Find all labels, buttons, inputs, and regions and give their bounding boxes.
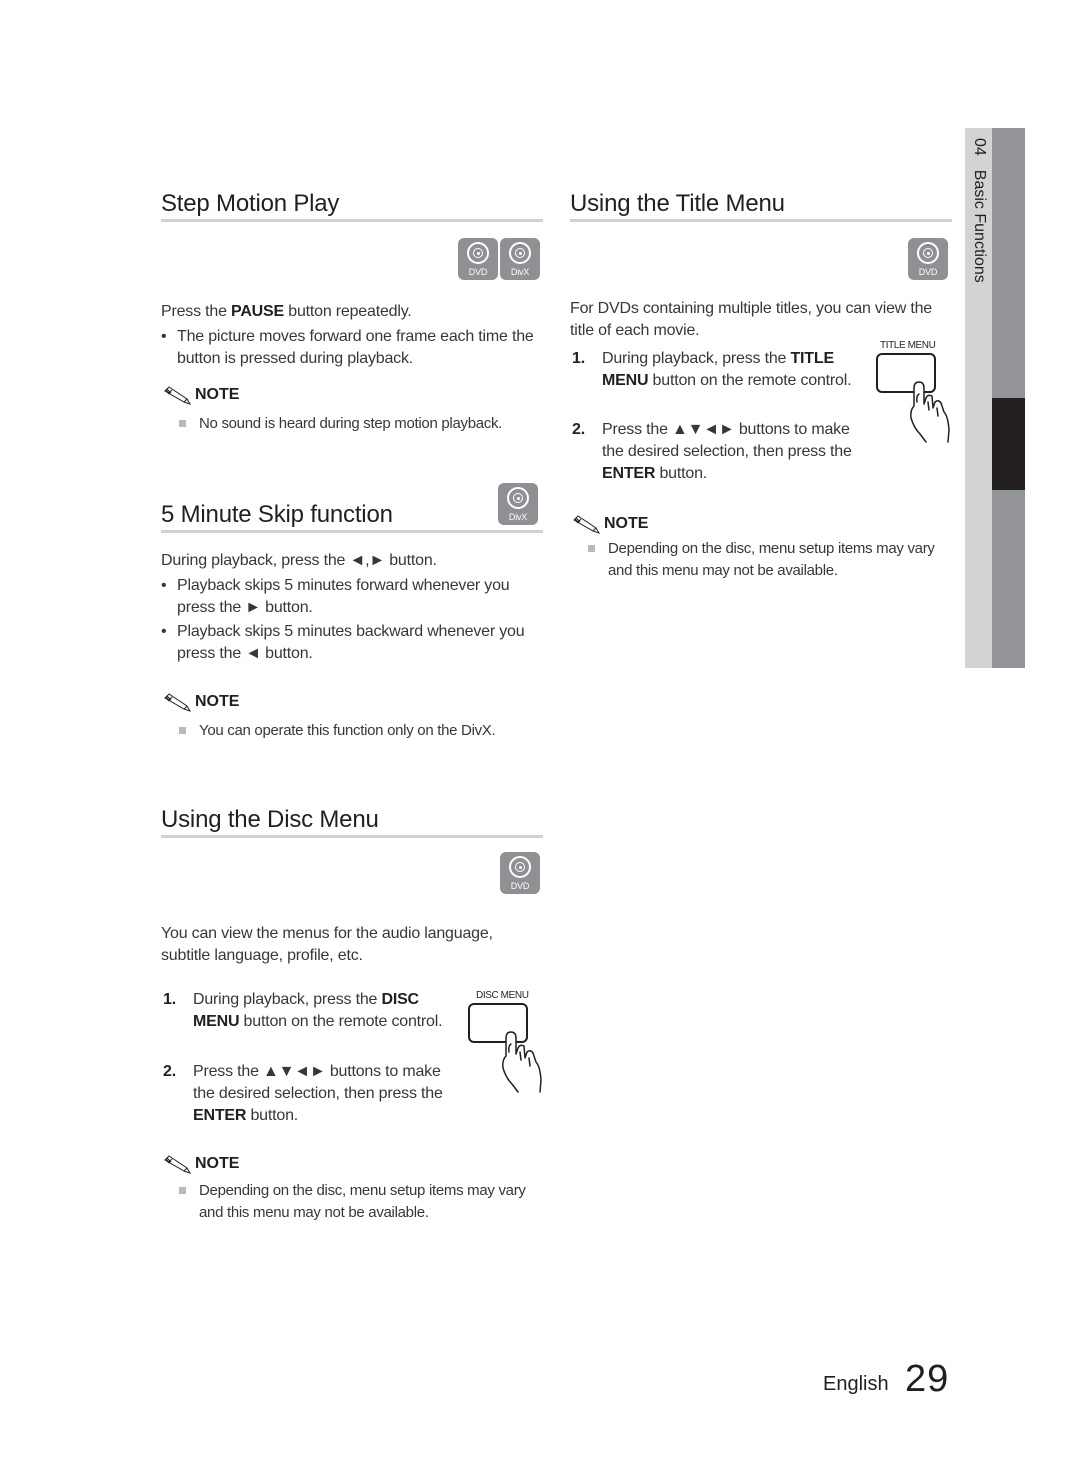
step-number: 1.: [572, 350, 585, 367]
square-bullet-icon: [588, 545, 595, 552]
intro-text: Press the PAUSE button repeatedly.: [161, 301, 541, 323]
chapter-title: Basic Functions: [971, 169, 988, 283]
step-text: Press the ▲▼◄► buttons to make the desir…: [193, 1063, 443, 1102]
intro-text: For DVDs containing multiple titles, you…: [570, 300, 933, 339]
note-label: NOTE: [195, 386, 240, 403]
bullet-text: The picture moves forward one frame each…: [177, 328, 534, 367]
dvd-disc-icon: DVD: [908, 238, 948, 280]
step-number: 2.: [163, 1063, 176, 1080]
dvd-disc-icon: DVD: [500, 852, 540, 894]
note-heading: NOTE: [163, 385, 239, 405]
note-text: Depending on the disc, menu setup items …: [608, 540, 935, 579]
note-heading: NOTE: [163, 1154, 239, 1174]
note-item: You can operate this function only on th…: [161, 720, 551, 742]
section-rule: [161, 835, 543, 838]
note-item: Depending on the disc, menu setup items …: [161, 1180, 536, 1224]
section-title: Step Motion Play: [161, 190, 340, 217]
section-rule: [161, 530, 543, 533]
divx-disc-icon: DivX: [498, 483, 538, 525]
pencil-note-icon: [164, 693, 192, 712]
disc-glyph: [509, 856, 531, 878]
note-label: NOTE: [604, 515, 649, 532]
disc-glyph: [509, 242, 531, 264]
pencil-note-icon: [164, 1155, 192, 1174]
step-item: 2. Press the ▲▼◄► buttons to make the de…: [570, 419, 870, 485]
step-item: 2. Press the ▲▼◄► buttons to make the de…: [161, 1061, 461, 1127]
intro-post: button repeatedly.: [284, 303, 412, 320]
step-number: 1.: [163, 991, 176, 1008]
square-bullet-icon: [179, 420, 186, 427]
step-item: 1. During playback, press the DISC MENU …: [161, 989, 461, 1033]
square-bullet-icon: [179, 727, 186, 734]
note-label: NOTE: [195, 1155, 240, 1172]
icon-label: DivX: [508, 512, 528, 522]
step-number: 2.: [572, 421, 585, 438]
chapter-number: 04: [971, 138, 988, 156]
disc-glyph: [507, 487, 529, 509]
square-bullet-icon: [179, 1187, 186, 1194]
step-text: During playback, press the: [193, 991, 382, 1008]
step-text: During playback, press the: [602, 350, 791, 367]
step-bold: ENTER: [193, 1107, 247, 1124]
icon-label: DVD: [510, 881, 530, 891]
bullet-dot: •: [161, 623, 167, 640]
step-text: button.: [655, 465, 708, 482]
section-rule: [161, 219, 543, 222]
dvd-disc-icon: DVD: [458, 238, 498, 280]
note-heading: NOTE: [572, 514, 648, 534]
bullet-text: Playback skips 5 minutes backward whenev…: [177, 623, 525, 662]
note-text: Depending on the disc, menu setup items …: [199, 1182, 526, 1221]
note-label: NOTE: [195, 693, 240, 710]
bullet-dot: •: [161, 577, 167, 594]
section-title: 5 Minute Skip function: [161, 501, 393, 528]
step-text: button on the remote control.: [239, 1013, 443, 1030]
divx-disc-icon: DivX: [500, 238, 540, 280]
icon-label: DVD: [918, 267, 938, 277]
bullet-item: • The picture moves forward one frame ea…: [161, 326, 541, 370]
bullet-item: • Playback skips 5 minutes backward when…: [161, 621, 541, 665]
remote-button-label: TITLE MENU: [880, 340, 936, 351]
step-item: 1. During playback, press the TITLE MENU…: [570, 348, 870, 392]
side-tab-current-marker: [992, 398, 1025, 490]
intro-text: During playback, press the ◄,► button.: [161, 552, 437, 569]
bullet-dot: •: [161, 328, 167, 345]
page-number: 29: [905, 1358, 950, 1400]
note-heading: NOTE: [163, 692, 239, 712]
disc-glyph: [917, 242, 939, 264]
pencil-note-icon: [164, 386, 192, 405]
intro-text: You can view the menus for the audio lan…: [161, 925, 493, 964]
section-title: Using the Disc Menu: [161, 806, 379, 833]
icon-label: DivX: [510, 267, 530, 277]
icon-label: DVD: [468, 267, 488, 277]
step-bold: ENTER: [602, 465, 656, 482]
note-item: Depending on the disc, menu setup items …: [570, 538, 945, 582]
remote-button-press-illustration: [468, 1003, 542, 1093]
chapter-label: 04 Basic Functions: [971, 138, 988, 283]
footer-language: English: [823, 1373, 889, 1395]
remote-button-press-illustration: [876, 353, 950, 443]
section-rule: [570, 219, 952, 222]
note-text: You can operate this function only on th…: [199, 722, 496, 739]
note-text: No sound is heard during step motion pla…: [199, 415, 503, 432]
intro-pre: Press the: [161, 303, 232, 320]
remote-button-label: DISC MENU: [476, 990, 529, 1001]
step-text: Press the ▲▼◄► buttons to make the desir…: [602, 421, 852, 460]
note-item: No sound is heard during step motion pla…: [161, 413, 551, 435]
intro-bold: PAUSE: [231, 303, 284, 320]
section-title: Using the Title Menu: [570, 190, 785, 217]
pencil-note-icon: [573, 515, 601, 534]
disc-glyph: [467, 242, 489, 264]
bullet-item: • Playback skips 5 minutes forward whene…: [161, 575, 541, 619]
bullet-text: Playback skips 5 minutes forward wheneve…: [177, 577, 510, 616]
step-text: button.: [246, 1107, 299, 1124]
step-text: button on the remote control.: [648, 372, 852, 389]
